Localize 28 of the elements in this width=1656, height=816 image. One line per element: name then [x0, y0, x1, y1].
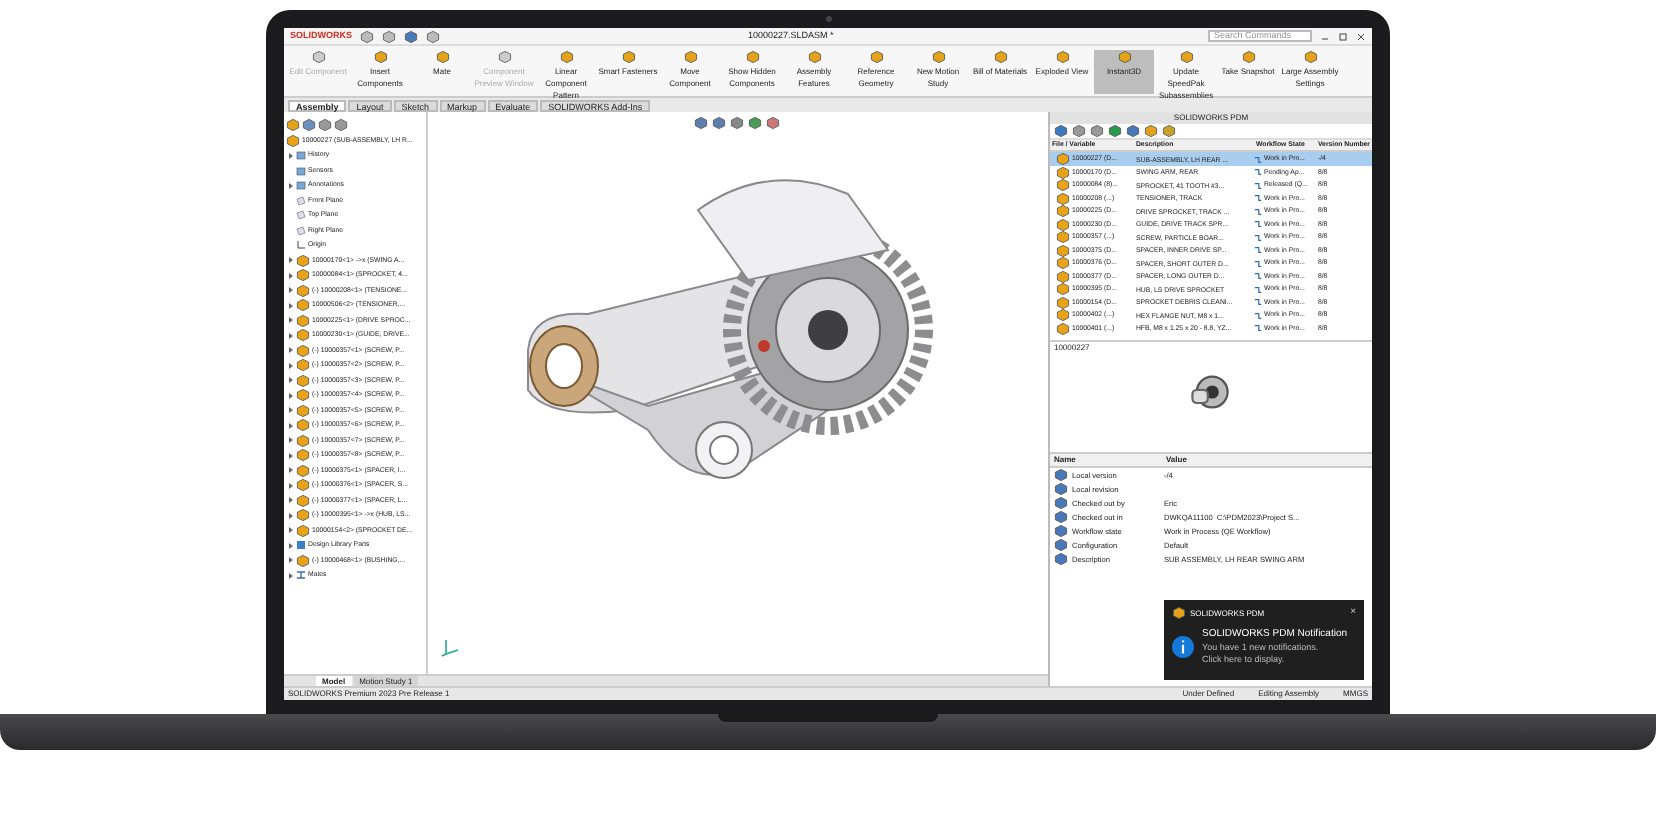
- caret-icon[interactable]: [288, 151, 294, 160]
- mates-icon: [296, 570, 306, 581]
- tool-icon: [373, 50, 387, 64]
- tool-icon: [993, 50, 1007, 64]
- axis-triad-icon: [440, 638, 460, 658]
- camera-icon: [825, 16, 831, 22]
- tool-icon: [869, 50, 883, 64]
- maximize-icon[interactable]: [1338, 31, 1348, 41]
- tool-icon: [435, 50, 449, 64]
- tool-icon: [1241, 50, 1255, 64]
- tool-icon: [807, 50, 821, 64]
- tool-icon: [1117, 50, 1131, 64]
- tool-icon: [1179, 50, 1193, 64]
- tool-icon: [745, 50, 759, 64]
- tool-icon: [683, 50, 697, 64]
- library-icon: [296, 540, 306, 551]
- info-icon: [1172, 636, 1194, 658]
- assembly-thumbnail-drawing: [1188, 370, 1233, 414]
- tool-icon: [621, 50, 635, 64]
- tool-icon: [559, 50, 573, 64]
- origin-icon: [296, 240, 306, 251]
- app-icon: [1172, 606, 1186, 620]
- assembly-icon: [286, 134, 300, 148]
- caret-icon[interactable]: [288, 181, 294, 190]
- close-icon[interactable]: [1356, 31, 1366, 41]
- tool-icon: [1303, 50, 1317, 64]
- tool-icon: [1055, 50, 1069, 64]
- tool-icon: [931, 50, 945, 64]
